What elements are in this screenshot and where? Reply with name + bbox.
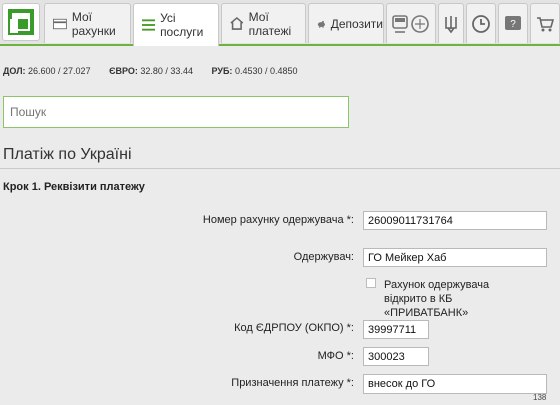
purpose-field[interactable]: внесок до ГО	[363, 374, 547, 394]
tab-transport[interactable]	[386, 3, 436, 43]
tab-cart[interactable]	[530, 3, 560, 43]
cart-icon	[537, 16, 554, 31]
tab-label: Мої рахунки	[71, 9, 116, 38]
tab-my-accounts[interactable]: Мої рахунки	[44, 3, 131, 43]
top-navigation: Мої рахунки Усі послуги Мої платежі Депо…	[0, 0, 560, 46]
usd-rate: ДОЛ: 26.600 / 27.027	[3, 66, 91, 76]
transport-icon	[392, 14, 429, 33]
tab-my-payments[interactable]: Мої платежі	[221, 3, 306, 43]
search-input[interactable]	[3, 96, 349, 128]
tab-label: Мої платежі	[248, 9, 292, 38]
privatbank-account-checkbox-label: Рахунок одержувача відкрито в КБ «ПРИВАТ…	[384, 279, 490, 319]
rub-rate: РУБ: 0.4530 / 0.4850	[211, 66, 298, 76]
eur-rate: ЄВРО: 32.80 / 33.44	[109, 66, 193, 76]
piggy-bank-icon	[317, 20, 325, 28]
privatbank-account-checkbox[interactable]	[366, 278, 376, 288]
purpose-label: Призначення платежу *:	[231, 377, 354, 389]
edrpou-label: Код ЄДРПОУ (ОКПО) *:	[234, 322, 354, 334]
tab-all-services[interactable]: Усі послуги	[133, 3, 219, 46]
mfo-label: МФО *:	[317, 350, 354, 362]
divider	[0, 168, 560, 169]
page-title: Платіж по Україні	[3, 146, 132, 163]
tab-government[interactable]	[438, 3, 464, 43]
logo-icon	[8, 9, 34, 35]
recipient-field[interactable]: ГО Мейкер Хаб	[363, 248, 547, 267]
tab-label: Депозити	[330, 16, 383, 31]
svg-text:?: ?	[510, 19, 516, 30]
card-icon	[53, 18, 67, 29]
tab-history[interactable]	[466, 3, 496, 43]
help-icon: ?	[505, 15, 521, 30]
history-icon	[472, 14, 490, 33]
mfo-field[interactable]: 300023	[363, 347, 429, 366]
tab-help[interactable]: ?	[498, 3, 528, 43]
account-number-label: Номер рахунку одержувача *:	[202, 214, 354, 226]
step-heading: Крок 1. Реквізити платежу	[3, 181, 145, 193]
privatbank-logo[interactable]	[2, 3, 40, 41]
tab-label: Усі послуги	[160, 11, 204, 39]
home-icon	[230, 16, 244, 30]
edrpou-field[interactable]: 39997711	[363, 320, 429, 339]
trident-icon	[445, 15, 457, 33]
tab-deposits[interactable]: Депозити	[308, 3, 384, 43]
list-icon	[142, 19, 156, 31]
exchange-rates: ДОЛ: 26.600 / 27.027 ЄВРО: 32.80 / 33.44…	[3, 66, 314, 76]
recipient-label: Одержувач:	[293, 251, 354, 263]
character-counter: 138	[533, 393, 547, 402]
account-number-field[interactable]: 26009011731764	[363, 211, 547, 230]
